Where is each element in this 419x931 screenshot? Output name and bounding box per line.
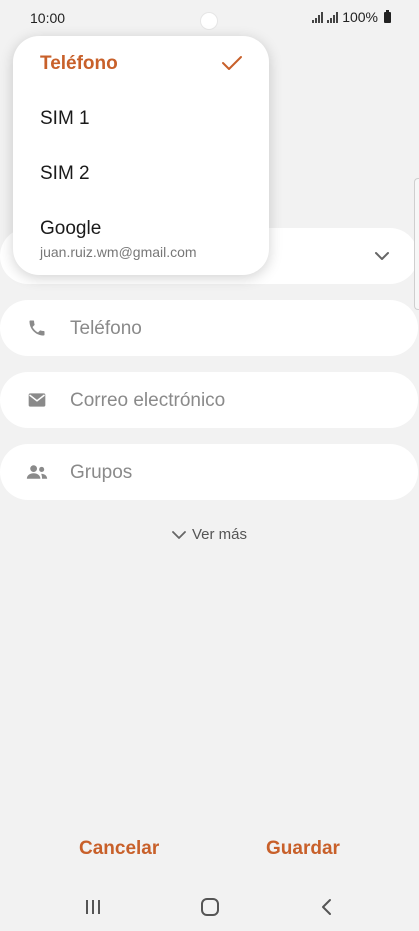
status-time: 10:00 — [30, 10, 66, 26]
groups-placeholder: Grupos — [70, 462, 133, 483]
see-more-label: Ver más — [191, 526, 248, 543]
phone-field[interactable]: Teléfono — [0, 300, 418, 356]
signal-sim1-icon — [312, 11, 324, 23]
battery-percent: 100% — [342, 9, 378, 25]
battery-icon — [384, 9, 391, 23]
popup-item-phone[interactable]: Teléfono — [13, 36, 269, 90]
groups-field[interactable]: Grupos — [0, 444, 418, 500]
popup-item-label: Teléfono — [40, 53, 118, 74]
status-bar: 10:00 100% — [0, 0, 419, 36]
storage-location-popup: Teléfono SIM 1 SIM 2 Google juan.ruiz.wm… — [13, 36, 269, 275]
home-icon[interactable] — [195, 894, 225, 920]
status-indicators: 100% — [312, 9, 391, 25]
popup-item-label: SIM 1 — [40, 108, 90, 129]
phone-placeholder: Teléfono — [70, 318, 142, 339]
back-icon[interactable] — [312, 894, 342, 920]
chevron-down-icon — [172, 531, 186, 539]
see-more-button[interactable]: Ver más — [0, 526, 419, 543]
popup-item-account-email: juan.ruiz.wm@gmail.com — [40, 244, 197, 260]
email-placeholder: Correo electrónico — [70, 390, 226, 411]
envelope-icon — [26, 390, 48, 410]
cancel-button[interactable]: Cancelar — [79, 838, 159, 860]
save-button[interactable]: Guardar — [266, 838, 340, 860]
popup-item-sim1[interactable]: SIM 1 — [13, 91, 269, 145]
popup-item-google[interactable]: Google juan.ruiz.wm@gmail.com — [13, 201, 269, 271]
popup-item-label: SIM 2 — [40, 163, 90, 184]
recents-icon[interactable] — [78, 894, 108, 920]
phone-icon — [26, 318, 48, 338]
navigation-bar — [0, 886, 419, 931]
people-icon — [26, 462, 48, 482]
checkmark-icon — [222, 56, 242, 70]
email-field[interactable]: Correo electrónico — [0, 372, 418, 428]
scroll-handle[interactable] — [414, 178, 419, 310]
popup-item-sim2[interactable]: SIM 2 — [13, 146, 269, 200]
camera-cutout — [201, 13, 217, 29]
popup-item-label: Google — [40, 218, 102, 239]
signal-sim2-icon — [327, 11, 339, 23]
chevron-down-icon — [375, 252, 389, 260]
